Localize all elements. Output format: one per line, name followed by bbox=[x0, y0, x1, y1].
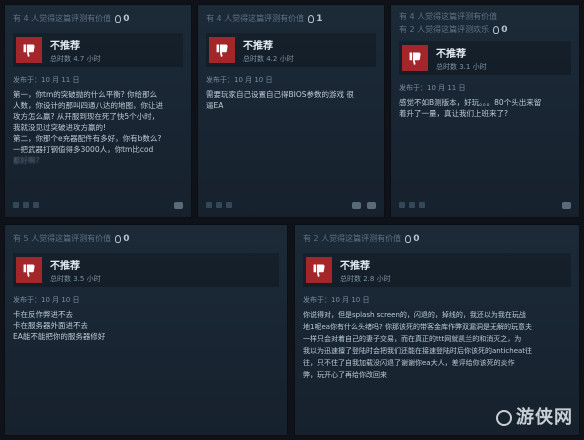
author-avatar[interactable] bbox=[13, 202, 39, 208]
award-icon bbox=[115, 234, 122, 243]
hours-played: 总时数 4.7 小时 bbox=[50, 54, 101, 63]
posted-date: 发布于：10 月 10 日 bbox=[303, 296, 370, 304]
review-verdict[interactable]: 不推荐 总时数 3.5 小时 bbox=[13, 253, 279, 287]
posted-date: 发布于：10 月 11 日 bbox=[13, 76, 80, 84]
review-verdict[interactable]: 不推荐 总时数 4.7 小时 bbox=[13, 33, 183, 67]
verdict-label: 不推荐 bbox=[436, 48, 466, 60]
posted-date: 发布于：10 月 10 日 bbox=[13, 296, 80, 304]
helpful-count: 有 4 人觉得这篇评测有价值 0 bbox=[13, 13, 183, 24]
thumbs-down-icon bbox=[402, 45, 428, 71]
review-verdict[interactable]: 不推荐 总时数 4.2 小时 bbox=[206, 33, 376, 67]
review-body: 你说得对，但是splash screen的，闪退的，掉线的，我还以为我在玩战 地… bbox=[303, 311, 533, 379]
thumbs-down-icon bbox=[16, 37, 42, 63]
review-actions bbox=[562, 202, 571, 209]
thumbs-down-icon bbox=[209, 37, 235, 63]
verdict-label: 不推荐 bbox=[50, 40, 80, 52]
helpful-text: 有 4 人觉得这篇评测有价值 bbox=[13, 14, 112, 23]
hours-played: 总时数 3.5 小时 bbox=[50, 274, 101, 283]
comment-icon[interactable] bbox=[174, 202, 183, 209]
helpful-count: 有 4 人觉得这篇评测有价值 有 2 人觉得这篇评测欢乐 0 bbox=[399, 11, 571, 35]
review-verdict[interactable]: 不推荐 总时数 3.1 小时 bbox=[399, 41, 571, 75]
award-icon bbox=[405, 234, 412, 243]
verdict-label: 不推荐 bbox=[50, 260, 80, 272]
funny-text: 有 2 人觉得这篇评测欢乐 bbox=[399, 25, 490, 34]
hours-played: 总时数 4.2 小时 bbox=[243, 54, 294, 63]
author-avatar[interactable] bbox=[399, 202, 425, 208]
verdict-label: 不推荐 bbox=[340, 260, 370, 272]
helpful-text: 有 2 人觉得这篇评测有价值 bbox=[303, 234, 402, 243]
helpful-count: 有 2 人觉得这篇评测有价值 0 bbox=[303, 233, 571, 244]
review-verdict[interactable]: 不推荐 总时数 2.8 小时 bbox=[303, 253, 571, 287]
review-actions bbox=[174, 202, 183, 209]
review-card-2: 有 4 人觉得这篇评测有价值 1 不推荐 总时数 4.2 小时 发布于：10 月… bbox=[197, 4, 385, 218]
helpful-text: 有 4 人觉得这篇评测有价值 bbox=[206, 14, 305, 23]
award-badge[interactable]: 0 bbox=[115, 14, 129, 24]
review-card-4: 有 5 人觉得这篇评测有价值 0 不推荐 总时数 3.5 小时 发布于：10 月… bbox=[4, 224, 288, 436]
thumbs-down-icon bbox=[306, 257, 332, 283]
hours-played: 总时数 2.8 小时 bbox=[340, 274, 391, 283]
posted-date: 发布于：10 月 10 日 bbox=[206, 76, 273, 84]
comment-icon[interactable] bbox=[562, 202, 571, 209]
author-avatar[interactable] bbox=[206, 202, 232, 208]
review-body: 第一，你tm的突破抛的什么平衡? 你给那么 人数，你设计的那叫四通八达的地图，你… bbox=[13, 90, 163, 165]
hours-played: 总时数 3.1 小时 bbox=[436, 62, 487, 71]
review-body: 需要玩家自己设置自己得BIOS参数的游戏 很 逼EA bbox=[206, 90, 354, 110]
review-body: 卡在反作弊进不去 卡在服务器外面进不去 EA能不能把你的服务器修好 bbox=[13, 310, 106, 341]
award-icon bbox=[115, 14, 122, 23]
watermark-logo: 游侠网 bbox=[496, 403, 573, 429]
helpful-text: 有 5 人觉得这篇评测有价值 bbox=[13, 234, 112, 243]
review-card-1: 有 4 人觉得这篇评测有价值 0 不推荐 总时数 4.7 小时 发布于：10 月… bbox=[4, 4, 192, 218]
award-badge[interactable]: 0 bbox=[493, 25, 507, 35]
review-card-3: 有 4 人觉得这篇评测有价值 有 2 人觉得这篇评测欢乐 0 不推荐 总时数 3… bbox=[390, 4, 580, 218]
helpful-text: 有 4 人觉得这篇评测有价值 bbox=[399, 12, 498, 21]
award-badge[interactable]: 1 bbox=[308, 14, 322, 24]
verdict-label: 不推荐 bbox=[243, 40, 273, 52]
share-icon[interactable] bbox=[352, 202, 361, 209]
review-card-5: 有 2 人觉得这篇评测有价值 0 不推荐 总时数 2.8 小时 发布于：10 月… bbox=[294, 224, 580, 436]
comment-icon[interactable] bbox=[367, 202, 376, 209]
award-badge[interactable]: 0 bbox=[405, 234, 419, 244]
review-actions bbox=[352, 202, 376, 209]
award-badge[interactable]: 0 bbox=[115, 234, 129, 244]
posted-date: 发布于：10 月 11 日 bbox=[399, 84, 466, 92]
review-body: 感觉不如B测版本，好玩。。。80个头出来留 着升了一量，真让我们上班来了? bbox=[399, 98, 542, 118]
award-icon bbox=[493, 25, 500, 34]
thumbs-down-icon bbox=[16, 257, 42, 283]
award-icon bbox=[308, 14, 315, 23]
helpful-count: 有 5 人觉得这篇评测有价值 0 bbox=[13, 233, 279, 244]
helpful-count: 有 4 人觉得这篇评测有价值 1 bbox=[206, 13, 376, 24]
